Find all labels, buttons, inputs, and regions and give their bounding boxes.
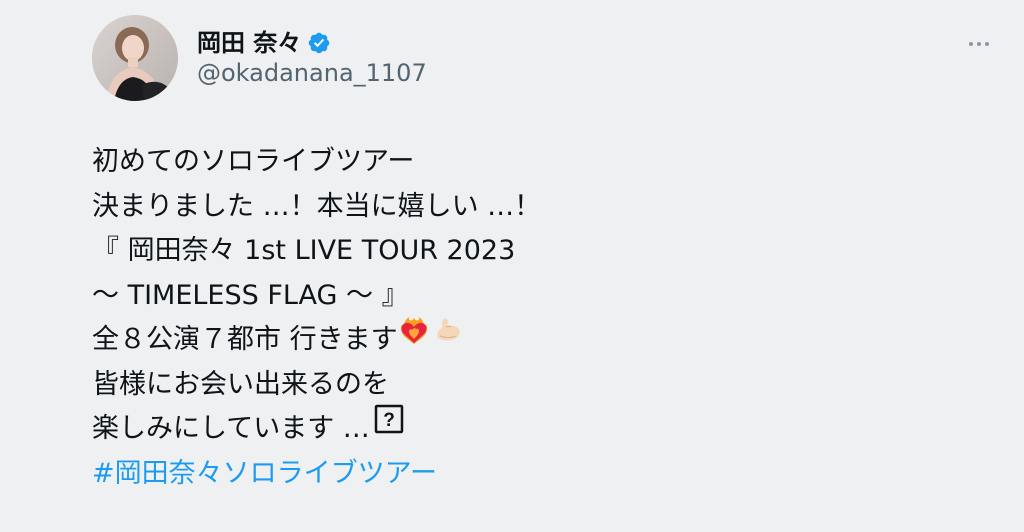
author-name-row[interactable]: 岡田 奈々	[197, 27, 331, 59]
more-horizontal-icon	[969, 42, 989, 46]
tweet-line: 皆様にお会い出来るのを	[92, 368, 389, 400]
hashtag-link[interactable]: #岡田奈々ソロライブツアー	[92, 452, 952, 497]
tweet-line: 初めてのソロライブツアー	[92, 146, 415, 177]
tweet-line: 『 岡田奈々 1st LIVE TOUR 2023	[92, 235, 516, 266]
display-name[interactable]: 岡田 奈々	[197, 27, 301, 59]
heart-on-fire-emoji-icon	[398, 314, 430, 361]
svg-text:?: ?	[383, 410, 395, 431]
tweet-line-with-emoji: 全８公演７都市 行きます	[92, 317, 952, 363]
avatar-photo-icon	[92, 15, 178, 101]
tweet-line-text: 全８公演７都市 行きます	[92, 324, 398, 355]
author-handle[interactable]: @okadanana_1107	[197, 58, 427, 88]
more-options-button[interactable]	[956, 29, 1002, 59]
tweet-line-text: 楽しみにしています …	[92, 413, 370, 444]
question-box-icon: ?	[374, 404, 404, 449]
tweet-card: 岡田 奈々 @okadanana_1107 初めてのソロライブツアー 決まりまし…	[0, 0, 1024, 532]
verified-badge-icon	[307, 31, 331, 55]
tweet-line: 決まりました …！本当に嬉しい …！	[92, 190, 542, 222]
tweet-text: 初めてのソロライブツアー 決まりました …！本当に嬉しい …！ 『 岡田奈々 1…	[92, 140, 952, 496]
tweet-line: 〜 TIMELESS FLAG 〜 』	[92, 279, 409, 311]
tweet-line-with-glyph: 楽しみにしています … ?	[92, 404, 952, 452]
avatar[interactable]	[92, 15, 178, 101]
flexed-biceps-emoji-icon	[432, 314, 464, 361]
